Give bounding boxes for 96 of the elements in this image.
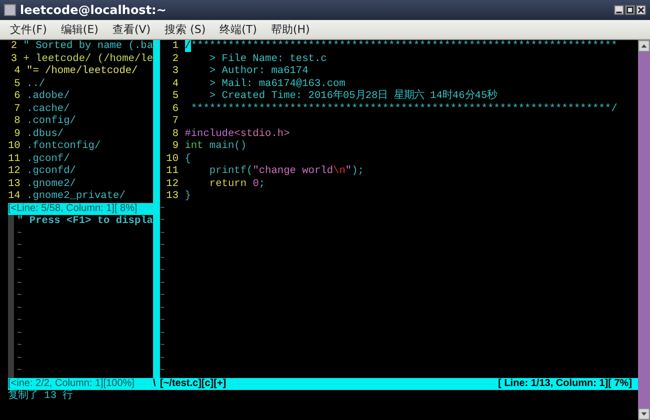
menu-item[interactable]: 搜索 (S) [164, 22, 206, 37]
empty-line-marker: ~ [160, 252, 165, 264]
empty-line-marker: ~ [17, 302, 22, 314]
line-number: 3 [10, 52, 18, 65]
empty-line-marker: ~ [17, 265, 22, 277]
line-number: 11 [165, 165, 179, 178]
line-number: 2 [171, 52, 179, 65]
line-number: 2 [10, 40, 18, 52]
empty-line-marker: ~ [17, 278, 22, 290]
code-line: > File Name: test.c [208, 52, 327, 65]
line-number: 5 [13, 78, 20, 90]
scrollbar[interactable] [638, 40, 650, 420]
scroll-down-icon[interactable] [638, 408, 650, 420]
code-line: .config/ [26, 115, 76, 128]
empty-line-marker: ~ [17, 340, 22, 352]
code-line: /********************************************************************* [184, 40, 618, 52]
code-line: } [184, 190, 191, 202]
empty-line-marker: ~ [17, 240, 22, 252]
empty-line-marker: ~ [160, 328, 165, 340]
line-number: 7 [171, 115, 179, 128]
line-number: 9 [171, 140, 179, 152]
line-number: 10 [165, 152, 179, 165]
minimize-button[interactable] [614, 5, 624, 15]
line-number: 12 [165, 178, 179, 190]
line-number: 10 [8, 140, 20, 152]
code-line: .gconfd/ [26, 165, 76, 178]
file-status: [~/test.c][c][+] [160, 378, 228, 390]
line-number: 6 [13, 90, 20, 102]
empty-line-marker: ~ [160, 202, 165, 214]
code-line: .gnome2/ [26, 178, 76, 190]
line-number: 4 [13, 65, 20, 78]
code-line: .adobe/ [26, 90, 70, 102]
line-number: 9 [13, 128, 20, 140]
code-line: #include<stdio.h> [184, 128, 290, 140]
line-number: 13 [8, 178, 20, 190]
empty-line-marker: ~ [160, 302, 165, 314]
command-message: 复制了 13 行 [8, 390, 74, 402]
empty-line-marker: ~ [160, 352, 165, 364]
empty-line-marker: ~ [17, 228, 22, 240]
line-number: 1 [171, 40, 179, 52]
menu-item[interactable]: 编辑(E) [60, 22, 98, 37]
line-number: 8 [13, 115, 20, 128]
code-line: return 0; [208, 178, 266, 190]
window-title: leetcode@localhost:~ [20, 3, 168, 17]
menu-item[interactable]: 终端(T) [220, 22, 257, 37]
line-number: 6 [171, 102, 179, 115]
empty-line-marker: ~ [160, 265, 165, 277]
line-number: 8 [171, 128, 179, 140]
cursor-position: [ Line: 1/13, Column: 1][ 7%] [498, 378, 633, 390]
line-number: 7 [13, 102, 20, 115]
line-number: 11 [8, 152, 20, 165]
code-line: .gconf/ [26, 152, 70, 165]
empty-line-marker: ~ [17, 290, 22, 302]
code-line: > Created Time: 2016年05月28日 星期六 14时46分45秒 [208, 90, 498, 102]
empty-line-marker: ~ [160, 228, 165, 240]
code-line: int main() [184, 140, 247, 152]
empty-line-marker: ~ [17, 365, 22, 377]
line-number: 13 [165, 190, 179, 202]
code-line: .fontconfig/ [26, 140, 101, 152]
code-line: .cache/ [26, 102, 70, 115]
code-line: printf("change world\n"); [208, 165, 364, 178]
code-line: " Sorted by name (.ba [23, 40, 153, 52]
code-line: .gnome2_private/ [26, 190, 126, 202]
line-number: 12 [8, 165, 20, 178]
code-line: > Mail: ma6174@163.com [208, 78, 346, 90]
code-line: .dbus/ [26, 128, 64, 140]
line-number: 3 [171, 65, 179, 78]
line-number: 5 [171, 90, 179, 102]
empty-line-marker: ~ [160, 240, 165, 252]
menu-item[interactable]: 帮助(H) [270, 22, 310, 37]
empty-line-marker: ~ [17, 352, 22, 364]
code-line: + leetcode/ (/home/le [23, 52, 153, 65]
empty-line-marker: ~ [17, 252, 22, 264]
empty-line-marker: ~ [160, 315, 165, 327]
status-text: [<ine: 2/2, Column: 1][100%] [8, 378, 136, 389]
code-line: > Author: ma6174 [208, 65, 308, 78]
menu-item[interactable]: 查看(V) [112, 22, 151, 37]
empty-line-marker: ~ [17, 328, 22, 340]
code-line: ********************************************************************/ [190, 102, 618, 115]
maximize-button[interactable] [625, 5, 635, 15]
empty-line-marker: ~ [17, 315, 22, 327]
code-line: ../ [26, 78, 46, 90]
close-button[interactable] [636, 5, 646, 15]
empty-line-marker: ~ [160, 215, 165, 227]
help-hint: " Press <F1> to displa [17, 215, 153, 228]
line-number: 14 [8, 190, 20, 202]
scroll-up-icon[interactable] [638, 40, 650, 52]
code-line: { [184, 152, 191, 165]
menu-item[interactable]: 文件(F) [10, 22, 47, 37]
empty-line-marker: ~ [160, 340, 165, 352]
status-text: \ [153, 378, 157, 390]
line-number: 4 [171, 78, 179, 90]
code-line: "= /home/leetcode/ [26, 65, 138, 78]
empty-line-marker: ~ [160, 290, 165, 302]
empty-line-marker: ~ [160, 365, 165, 377]
empty-line-marker: ~ [160, 278, 165, 290]
